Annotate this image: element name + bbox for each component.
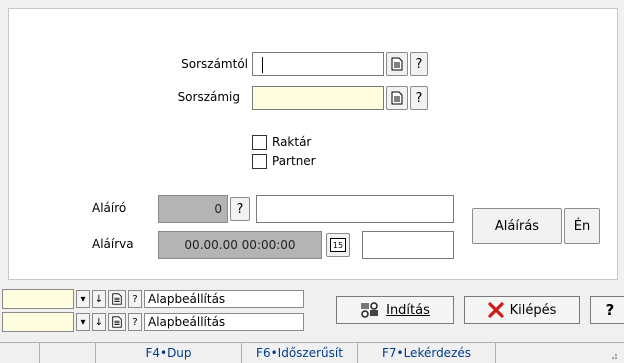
calendar-button[interactable]: 15 xyxy=(326,233,350,257)
preset-help-2[interactable]: ? xyxy=(128,313,142,331)
status-f7[interactable]: F7•Lekérdezés xyxy=(358,343,496,363)
preset-combo-1[interactable] xyxy=(2,289,74,309)
sorszamtol-help-button[interactable]: ? xyxy=(410,52,428,76)
status-bar: F4•Dup F6•Időszerűsít F7•Lekérdezés xyxy=(0,342,624,363)
inditas-button[interactable]: Indítás xyxy=(336,296,454,324)
arrow-down-icon: ↓ xyxy=(94,293,104,305)
alairo-help-button[interactable]: ? xyxy=(230,197,250,221)
arrow-down-icon: ↓ xyxy=(94,316,104,328)
partner-label: Partner xyxy=(272,154,316,168)
status-f4[interactable]: F4•Dup xyxy=(96,343,242,363)
preset-help-1[interactable]: ? xyxy=(128,290,142,308)
alairva-label: Aláírva xyxy=(92,237,134,251)
alairas-button[interactable]: Aláírás xyxy=(472,208,562,244)
kilepes-label: Kilépés xyxy=(509,302,557,318)
inditas-label: Indítás xyxy=(386,302,430,318)
preset-combo-2[interactable] xyxy=(2,312,74,332)
preset-text-2: Alapbeállítás xyxy=(144,313,304,331)
chevron-down-icon: ▾ xyxy=(80,293,86,305)
help-button[interactable]: ? xyxy=(590,296,624,324)
status-cell-empty-1 xyxy=(0,343,40,363)
document-icon xyxy=(391,57,403,71)
en-button[interactable]: Én xyxy=(564,208,600,244)
preset-doc-1[interactable] xyxy=(108,290,126,308)
sorszamig-doc-button[interactable] xyxy=(386,86,408,110)
preset-down-2[interactable]: ↓ xyxy=(92,313,106,331)
resize-grip-icon[interactable] xyxy=(608,349,618,359)
raktar-label: Raktár xyxy=(272,135,312,149)
preset-down-1[interactable]: ↓ xyxy=(92,290,106,308)
sorszamtol-label: Sorszámtól xyxy=(181,57,248,71)
sorszamig-input[interactable] xyxy=(252,86,384,110)
text-caret xyxy=(262,57,263,73)
chevron-down-icon: ▾ xyxy=(80,316,86,328)
alairo-value: 0 xyxy=(158,195,228,223)
preset-dropdown-1[interactable]: ▾ xyxy=(76,290,90,308)
sorszamig-label: Sorszámig xyxy=(177,90,240,104)
document-icon xyxy=(112,316,122,328)
run-report-icon xyxy=(361,302,379,318)
alairva-extra-field xyxy=(362,231,454,259)
sorszamig-help-button[interactable]: ? xyxy=(410,86,428,110)
grip-dots xyxy=(612,354,617,359)
document-icon xyxy=(391,91,403,105)
preset-dropdown-2[interactable]: ▾ xyxy=(76,313,90,331)
alairo-name-field xyxy=(256,195,454,223)
sorszamtol-doc-button[interactable] xyxy=(386,52,408,76)
sorszamtol-input[interactable] xyxy=(252,52,384,76)
raktar-checkbox[interactable] xyxy=(252,135,267,150)
kilepes-button[interactable]: Kilépés xyxy=(464,296,580,324)
status-f6[interactable]: F6•Időszerűsít xyxy=(242,343,358,363)
preset-text-1: Alapbeállítás xyxy=(144,290,304,308)
calendar-icon: 15 xyxy=(330,238,346,252)
close-icon xyxy=(488,302,504,318)
status-cell-empty-2 xyxy=(40,343,96,363)
alairva-datetime: 00.00.00 00:00:00 xyxy=(158,231,322,259)
partner-checkbox[interactable] xyxy=(252,154,267,169)
document-icon xyxy=(112,293,122,305)
alairo-label: Aláíró xyxy=(92,201,127,215)
preset-doc-2[interactable] xyxy=(108,313,126,331)
